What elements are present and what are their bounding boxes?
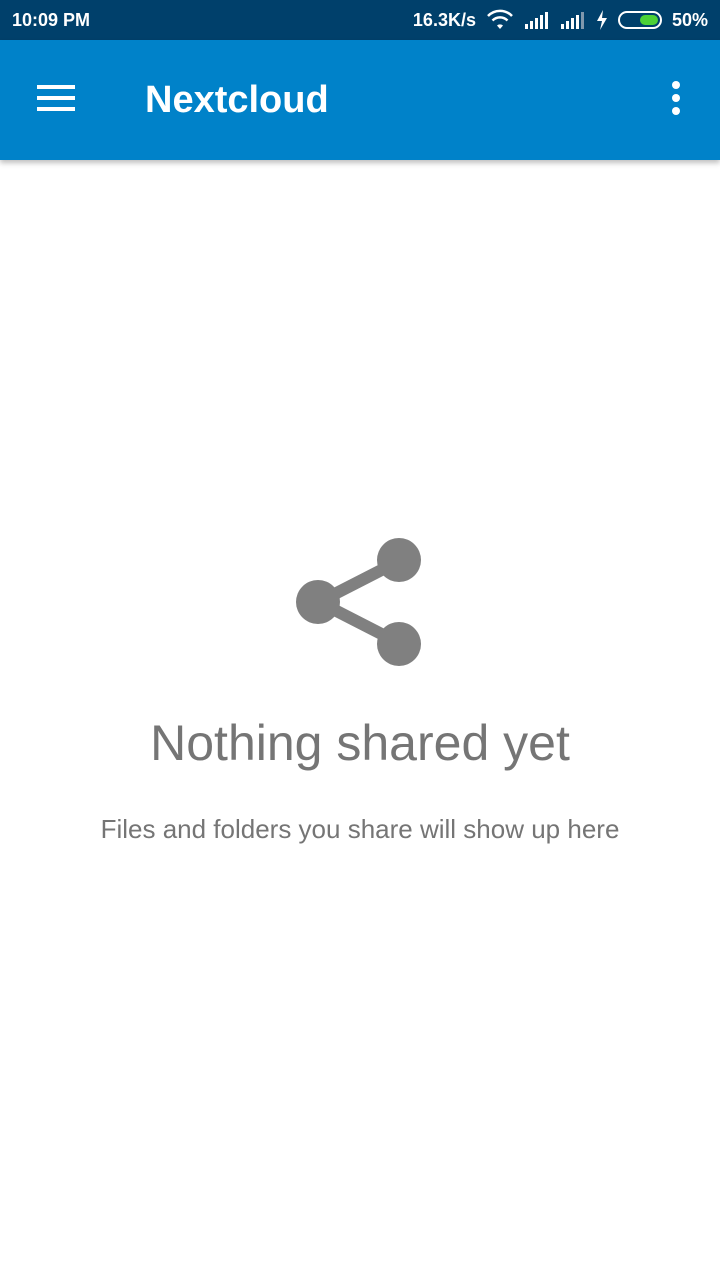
overflow-menu-button[interactable] <box>646 70 706 130</box>
battery-percent: 50% <box>671 9 708 30</box>
empty-state-subtitle: Files and folders you share will show up… <box>100 814 620 844</box>
more-vert-icon <box>671 80 681 120</box>
hamburger-menu-icon <box>37 84 75 117</box>
signal-icon-secondary <box>560 10 586 30</box>
status-time: 10:09 PM <box>12 9 91 30</box>
share-icon <box>296 538 422 666</box>
empty-state: Nothing shared yet Files and folders you… <box>0 160 720 1280</box>
battery-icon <box>617 11 662 29</box>
battery-level <box>639 15 658 25</box>
network-speed: 16.3K/s <box>412 9 476 30</box>
charging-icon <box>596 10 608 30</box>
wifi-icon <box>486 9 514 31</box>
empty-state-title: Nothing shared yet <box>150 715 570 771</box>
status-bar: 10:09 PM 16.3K/s 50% <box>0 0 720 40</box>
app-bar: Nextcloud <box>0 40 720 160</box>
navigation-menu-button[interactable] <box>26 70 86 130</box>
status-indicators: 16.3K/s 50% <box>413 9 708 31</box>
signal-icon <box>524 10 550 30</box>
app-title: Nextcloud <box>145 79 329 121</box>
